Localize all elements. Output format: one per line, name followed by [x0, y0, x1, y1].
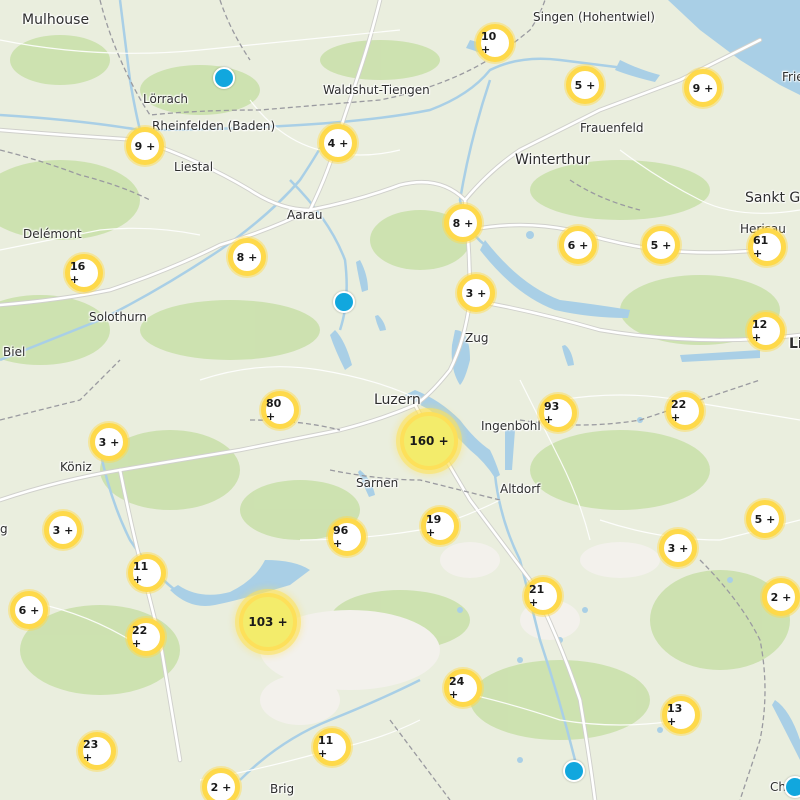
cluster-count-label: 5 +: [574, 78, 596, 92]
cluster-count-label: 22 +: [671, 398, 687, 424]
cluster-count-label: 23 +: [83, 738, 99, 764]
place-label-frauenfeld: Frauenfeld: [580, 121, 644, 135]
cluster-marker-c80[interactable]: 80 +: [261, 391, 299, 429]
place-label-singen: Singen (Hohentwiel): [533, 10, 655, 24]
place-label-zug: Zug: [465, 331, 489, 345]
place-label-frie: Frie: [782, 70, 800, 84]
cluster-marker-c9a[interactable]: 9 +: [684, 69, 722, 107]
cluster-count-label: 93 +: [544, 400, 560, 426]
location-marker[interactable]: [213, 67, 235, 89]
place-label-altdorf: Altdorf: [500, 482, 541, 496]
place-label-ingenbohl: Ingenbohl: [481, 419, 541, 433]
place-label-luzern: Luzern: [374, 392, 421, 408]
cluster-marker-c19[interactable]: 19 +: [421, 507, 459, 545]
cluster-count-label: 6 +: [567, 238, 589, 252]
cluster-marker-c4[interactable]: 4 +: [319, 124, 357, 162]
cluster-marker-c6b[interactable]: 6 +: [10, 591, 48, 629]
cluster-count-label: 3 +: [667, 541, 689, 555]
cluster-marker-c22b[interactable]: 22 +: [127, 618, 165, 656]
place-label-brig: Brig: [270, 782, 295, 796]
cluster-marker-c5c[interactable]: 5 +: [746, 500, 784, 538]
place-label-li: Li: [789, 336, 800, 352]
cluster-count-label: 3 +: [98, 435, 120, 449]
cluster-count-label: 96 +: [333, 524, 349, 550]
cluster-marker-c13[interactable]: 13 +: [662, 696, 700, 734]
cluster-marker-c3c[interactable]: 3 +: [44, 511, 82, 549]
cluster-marker-c3b[interactable]: 3 +: [90, 423, 128, 461]
cluster-count-label: 5 +: [754, 512, 776, 526]
location-marker[interactable]: [333, 291, 355, 313]
cluster-marker-c22a[interactable]: 22 +: [666, 392, 704, 430]
location-marker[interactable]: [563, 760, 585, 782]
cluster-marker-c21[interactable]: 21 +: [524, 577, 562, 615]
cluster-count-label: 2 +: [770, 590, 792, 604]
cluster-marker-c103[interactable]: 103 +: [239, 593, 297, 651]
place-label-liestal: Liestal: [174, 160, 214, 174]
place-label-koeniz: Köniz: [60, 460, 92, 474]
map-view[interactable]: Mulhouse Singen (Hohentwiel) Frie Waldshut-…: [0, 0, 800, 800]
cluster-marker-c61[interactable]: 61 +: [748, 228, 786, 266]
cluster-marker-c16[interactable]: 16 +: [65, 254, 103, 292]
cluster-count-label: 4 +: [327, 136, 349, 150]
cluster-marker-c160[interactable]: 160 +: [400, 412, 458, 470]
cluster-count-label: 2 +: [210, 780, 232, 794]
cluster-marker-c8a[interactable]: 8 +: [444, 204, 482, 242]
place-label-aarau: Aarau: [287, 208, 323, 222]
cluster-count-label: 21 +: [529, 583, 545, 609]
cluster-count-label: 16 +: [70, 260, 86, 286]
cluster-marker-c2a[interactable]: 2 +: [762, 578, 800, 616]
place-label-sanktgallen: Sankt Ga: [745, 190, 800, 206]
place-label-g: g: [0, 522, 8, 536]
place-label-waldshut: Waldshut-Tiengen: [323, 83, 430, 97]
cluster-count-label: 8 +: [236, 250, 258, 264]
cluster-count-label: 11 +: [133, 560, 149, 586]
cluster-marker-c11b[interactable]: 11 +: [313, 728, 351, 766]
place-label-sarnen: Sarnen: [356, 476, 399, 490]
cluster-marker-c2b[interactable]: 2 +: [202, 768, 240, 800]
place-label-biel: Biel: [3, 345, 26, 359]
cluster-count-label: 13 +: [667, 702, 683, 728]
cluster-marker-c9b[interactable]: 9 +: [126, 127, 164, 165]
cluster-count-label: 3 +: [465, 286, 487, 300]
cluster-count-label: 3 +: [52, 523, 74, 537]
cluster-marker-c5a[interactable]: 5 +: [566, 66, 604, 104]
cluster-marker-c6a[interactable]: 6 +: [559, 226, 597, 264]
cluster-count-label: 9 +: [692, 81, 714, 95]
cluster-marker-c3a[interactable]: 3 +: [457, 274, 495, 312]
place-label-winterthur: Winterthur: [515, 152, 591, 168]
cluster-count-label: 8 +: [452, 216, 474, 230]
cluster-marker-c23[interactable]: 23 +: [78, 732, 116, 770]
location-marker[interactable]: [784, 776, 800, 798]
place-label-loerrach: Lörrach: [143, 92, 189, 106]
cluster-count-label: 80 +: [266, 397, 282, 423]
cluster-count-label: 24 +: [449, 675, 465, 701]
place-label-delemont: Delémont: [23, 227, 82, 241]
cluster-marker-c5b[interactable]: 5 +: [642, 226, 680, 264]
cluster-count-label: 19 +: [426, 513, 442, 539]
cluster-count-label: 5 +: [650, 238, 672, 252]
cluster-count-label: 6 +: [18, 603, 40, 617]
cluster-marker-c96[interactable]: 96 +: [328, 518, 366, 556]
cluster-count-label: 61 +: [753, 234, 769, 260]
cluster-marker-c12[interactable]: 12 +: [747, 312, 785, 350]
cluster-marker-c93[interactable]: 93 +: [539, 394, 577, 432]
cluster-count-label: 11 +: [318, 734, 334, 760]
place-label-rheinfelden: Rheinfelden (Baden): [152, 119, 276, 133]
cluster-marker-c3d[interactable]: 3 +: [659, 529, 697, 567]
cluster-count-label: 12 +: [752, 318, 768, 344]
cluster-count-label: 160 +: [409, 434, 449, 448]
place-label-solothurn: Solothurn: [89, 310, 147, 324]
cluster-count-label: 22 +: [132, 624, 148, 650]
cluster-marker-c24[interactable]: 24 +: [444, 669, 482, 707]
cluster-count-label: 103 +: [248, 615, 288, 629]
cluster-count-label: 9 +: [134, 139, 156, 153]
cluster-count-label: 10 +: [481, 30, 497, 56]
cluster-marker-c10[interactable]: 10 +: [476, 24, 514, 62]
cluster-marker-c11a[interactable]: 11 +: [128, 554, 166, 592]
cluster-marker-c8b[interactable]: 8 +: [228, 238, 266, 276]
place-label-mulhouse: Mulhouse: [22, 12, 90, 28]
